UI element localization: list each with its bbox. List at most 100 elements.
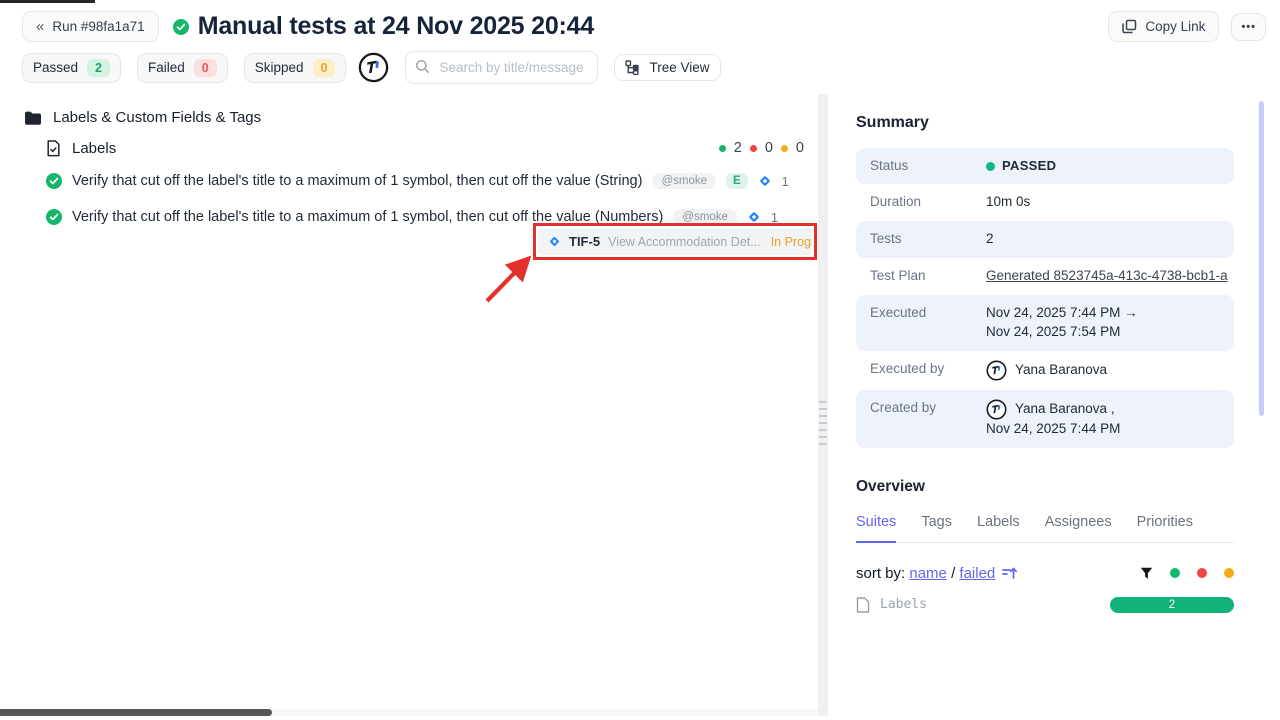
passed-dot-icon <box>719 145 726 152</box>
sort-direction-icon[interactable] <box>1002 566 1018 580</box>
tree-folder-row[interactable]: Labels & Custom Fields & Tags <box>24 109 818 126</box>
loading-bar <box>0 0 95 3</box>
passed-filter-label: Passed <box>33 60 78 75</box>
skipped-dot-icon <box>781 145 788 152</box>
summary-table: Status PASSED Duration 10m 0s Tests 2 Te… <box>856 148 1234 448</box>
skipped-filter-button[interactable]: Skipped 0 <box>244 53 347 83</box>
skipped-filter-label: Skipped <box>255 60 304 75</box>
executed-start: Nov 24, 2025 7:44 PM → <box>986 304 1224 323</box>
filter-funnel-icon[interactable] <box>1140 567 1153 580</box>
annotation-arrow <box>478 246 540 308</box>
duration-label: Duration <box>870 193 986 212</box>
passed-count-bar[interactable]: 2 <box>1110 597 1234 613</box>
tests-value: 2 <box>986 230 1224 249</box>
jira-icon[interactable] <box>747 210 761 224</box>
issue-key: TIF-5 <box>569 234 600 249</box>
test-row[interactable]: Verify that cut off the label's title to… <box>46 166 804 196</box>
summary-row-tests: Tests 2 <box>856 221 1234 258</box>
env-badge[interactable]: E <box>726 173 748 189</box>
tab-tags[interactable]: Tags <box>921 514 952 542</box>
user-avatar <box>986 399 1007 420</box>
failed-dot-icon <box>750 145 757 152</box>
failed-dot-icon[interactable] <box>1197 568 1207 578</box>
test-passed-icon <box>46 173 62 189</box>
chevrons-left-icon: « <box>36 19 44 34</box>
suite-passed-count: 2 <box>734 140 742 156</box>
summary-row-test-plan: Test Plan Generated 8523745a-413c-4738-b… <box>856 258 1234 295</box>
created-by-label: Created by <box>870 399 986 439</box>
test-plan-link[interactable]: Generated 8523745a-413c-4738-bcb1-a <box>986 268 1228 283</box>
overview-suite-row[interactable]: Labels 2 <box>856 597 1234 613</box>
search-icon <box>415 59 430 74</box>
tree-view-icon <box>625 60 640 75</box>
skipped-count-badge: 0 <box>313 59 336 77</box>
sort-by-name-link[interactable]: name <box>909 565 947 582</box>
status-dot-icon <box>986 162 995 171</box>
resize-grip-icon[interactable] <box>819 401 827 445</box>
linked-issue-pill[interactable]: TIF-5 View Accommodation Det... In Progr… <box>538 228 812 255</box>
failed-filter-button[interactable]: Failed 0 <box>137 53 228 83</box>
copy-link-label: Copy Link <box>1145 19 1205 34</box>
annotation-highlight-box: TIF-5 View Accommodation Det... In Progr… <box>533 223 817 260</box>
search-box <box>405 51 598 84</box>
executed-by-label: Executed by <box>870 360 986 381</box>
overview-suite-label: Labels <box>880 597 927 612</box>
created-by-date: Nov 24, 2025 7:44 PM <box>986 420 1224 439</box>
back-to-run-button[interactable]: « Run #98fa1a71 <box>22 11 159 42</box>
test-plan-label: Test Plan <box>870 267 986 286</box>
failed-count-badge: 0 <box>194 59 217 77</box>
summary-row-executed: Executed Nov 24, 2025 7:44 PM → Nov 24, … <box>856 295 1234 351</box>
tree-view-label: Tree View <box>649 60 709 75</box>
failed-filter-label: Failed <box>148 60 185 75</box>
panel-resize-divider[interactable] <box>818 94 828 716</box>
sort-by-failed-link[interactable]: failed <box>959 565 995 582</box>
search-input[interactable] <box>405 51 598 84</box>
issue-title: View Accommodation Det... <box>608 235 761 249</box>
summary-row-created-by: Created by Yana Baranova , Nov 24, 2025 … <box>856 390 1234 448</box>
horizontal-scrollbar-track[interactable] <box>0 709 818 716</box>
executed-label: Executed <box>870 304 986 342</box>
copy-icon <box>1122 19 1137 34</box>
status-value: PASSED <box>1002 157 1056 175</box>
sort-row: sort by: name / failed <box>856 565 1234 582</box>
tab-assignees[interactable]: Assignees <box>1045 514 1112 542</box>
overview-heading: Overview <box>856 478 1234 496</box>
summary-row-duration: Duration 10m 0s <box>856 184 1234 221</box>
tab-priorities[interactable]: Priorities <box>1137 514 1193 542</box>
summary-row-executed-by: Executed by Yana Baranova <box>856 351 1234 390</box>
tab-suites[interactable]: Suites <box>856 514 896 543</box>
user-avatar[interactable] <box>358 52 389 83</box>
overview-tabs: Suites Tags Labels Assignees Priorities <box>856 514 1234 543</box>
folder-label: Labels & Custom Fields & Tags <box>53 109 261 126</box>
summary-row-status: Status PASSED <box>856 148 1234 184</box>
test-passed-icon <box>46 209 62 225</box>
run-id-label: Run #98fa1a71 <box>52 19 144 34</box>
executed-end: Nov 24, 2025 7:54 PM <box>986 323 1224 342</box>
header: « Run #98fa1a71 Manual tests at 24 Nov 2… <box>0 0 1280 48</box>
passed-check-icon <box>173 19 189 35</box>
passed-filter-button[interactable]: Passed 2 <box>22 53 121 83</box>
more-options-button[interactable]: ••• <box>1231 13 1266 41</box>
jira-icon[interactable] <box>758 174 772 188</box>
summary-sidebar: Summary Status PASSED Duration 10m 0s Te… <box>828 94 1280 716</box>
horizontal-scrollbar-thumb[interactable] <box>0 709 272 716</box>
executed-by-value: Yana Baranova <box>1015 361 1107 380</box>
jira-icon <box>548 235 561 248</box>
filter-bar: Passed 2 Failed 0 Skipped 0 Tree View <box>0 48 1280 94</box>
created-by-value: Yana Baranova , <box>1015 400 1115 419</box>
passed-dot-icon[interactable] <box>1170 568 1180 578</box>
suite-skipped-count: 0 <box>796 140 804 156</box>
copy-link-button[interactable]: Copy Link <box>1108 11 1219 42</box>
issue-count: 1 <box>782 174 789 189</box>
sidebar-scrollbar-thumb[interactable] <box>1259 101 1264 416</box>
suite-counts: 2 0 0 <box>719 140 804 156</box>
skipped-dot-icon[interactable] <box>1224 568 1234 578</box>
tree-view-button[interactable]: Tree View <box>614 54 720 81</box>
passed-count-badge: 2 <box>87 59 110 77</box>
file-icon <box>856 597 870 613</box>
tab-labels[interactable]: Labels <box>977 514 1020 542</box>
issue-status: In Progress <box>771 235 812 249</box>
tag-badge[interactable]: @smoke <box>652 173 716 189</box>
tree-suite-row[interactable]: Labels 2 0 0 <box>46 136 804 160</box>
folder-icon <box>24 110 42 126</box>
